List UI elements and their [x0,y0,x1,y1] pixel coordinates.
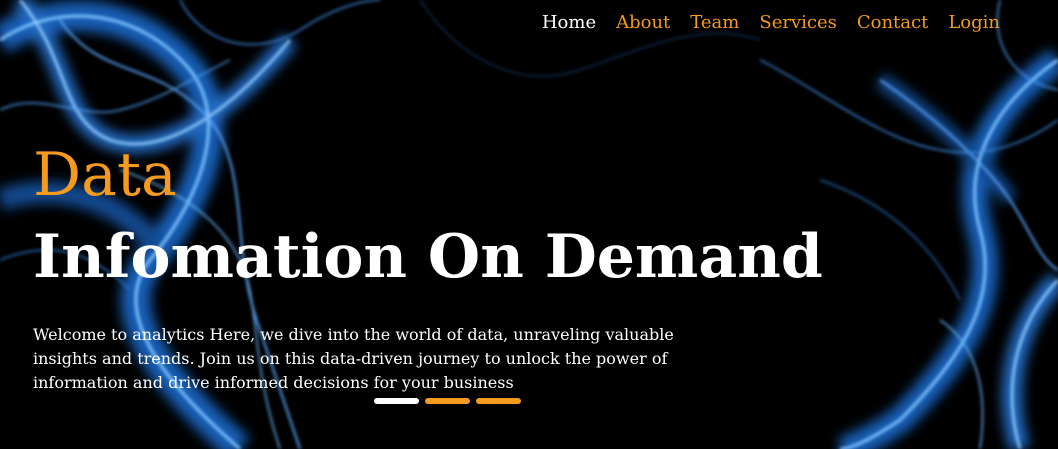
carousel-indicator-3[interactable] [476,398,521,404]
nav-link-services[interactable]: Services [759,10,836,36]
nav-link-login[interactable]: Login [948,10,1000,36]
carousel-indicator-1[interactable] [374,398,419,404]
hero-eyebrow: Data [33,140,177,210]
nav-link-team[interactable]: Team [690,10,739,36]
carousel-indicator-2[interactable] [425,398,470,404]
nav-link-contact[interactable]: Contact [857,10,928,36]
nav-link-about[interactable]: About [616,10,670,36]
carousel-indicators [374,398,521,404]
hero-section: Home About Team Services Contact Login D… [0,0,1058,449]
nav-link-home[interactable]: Home [542,10,596,36]
main-nav: Home About Team Services Contact Login [542,10,1000,36]
hero-intro-text: Welcome to analytics Here, we dive into … [33,325,674,392]
hero-headline: Infomation On Demand [33,222,823,292]
